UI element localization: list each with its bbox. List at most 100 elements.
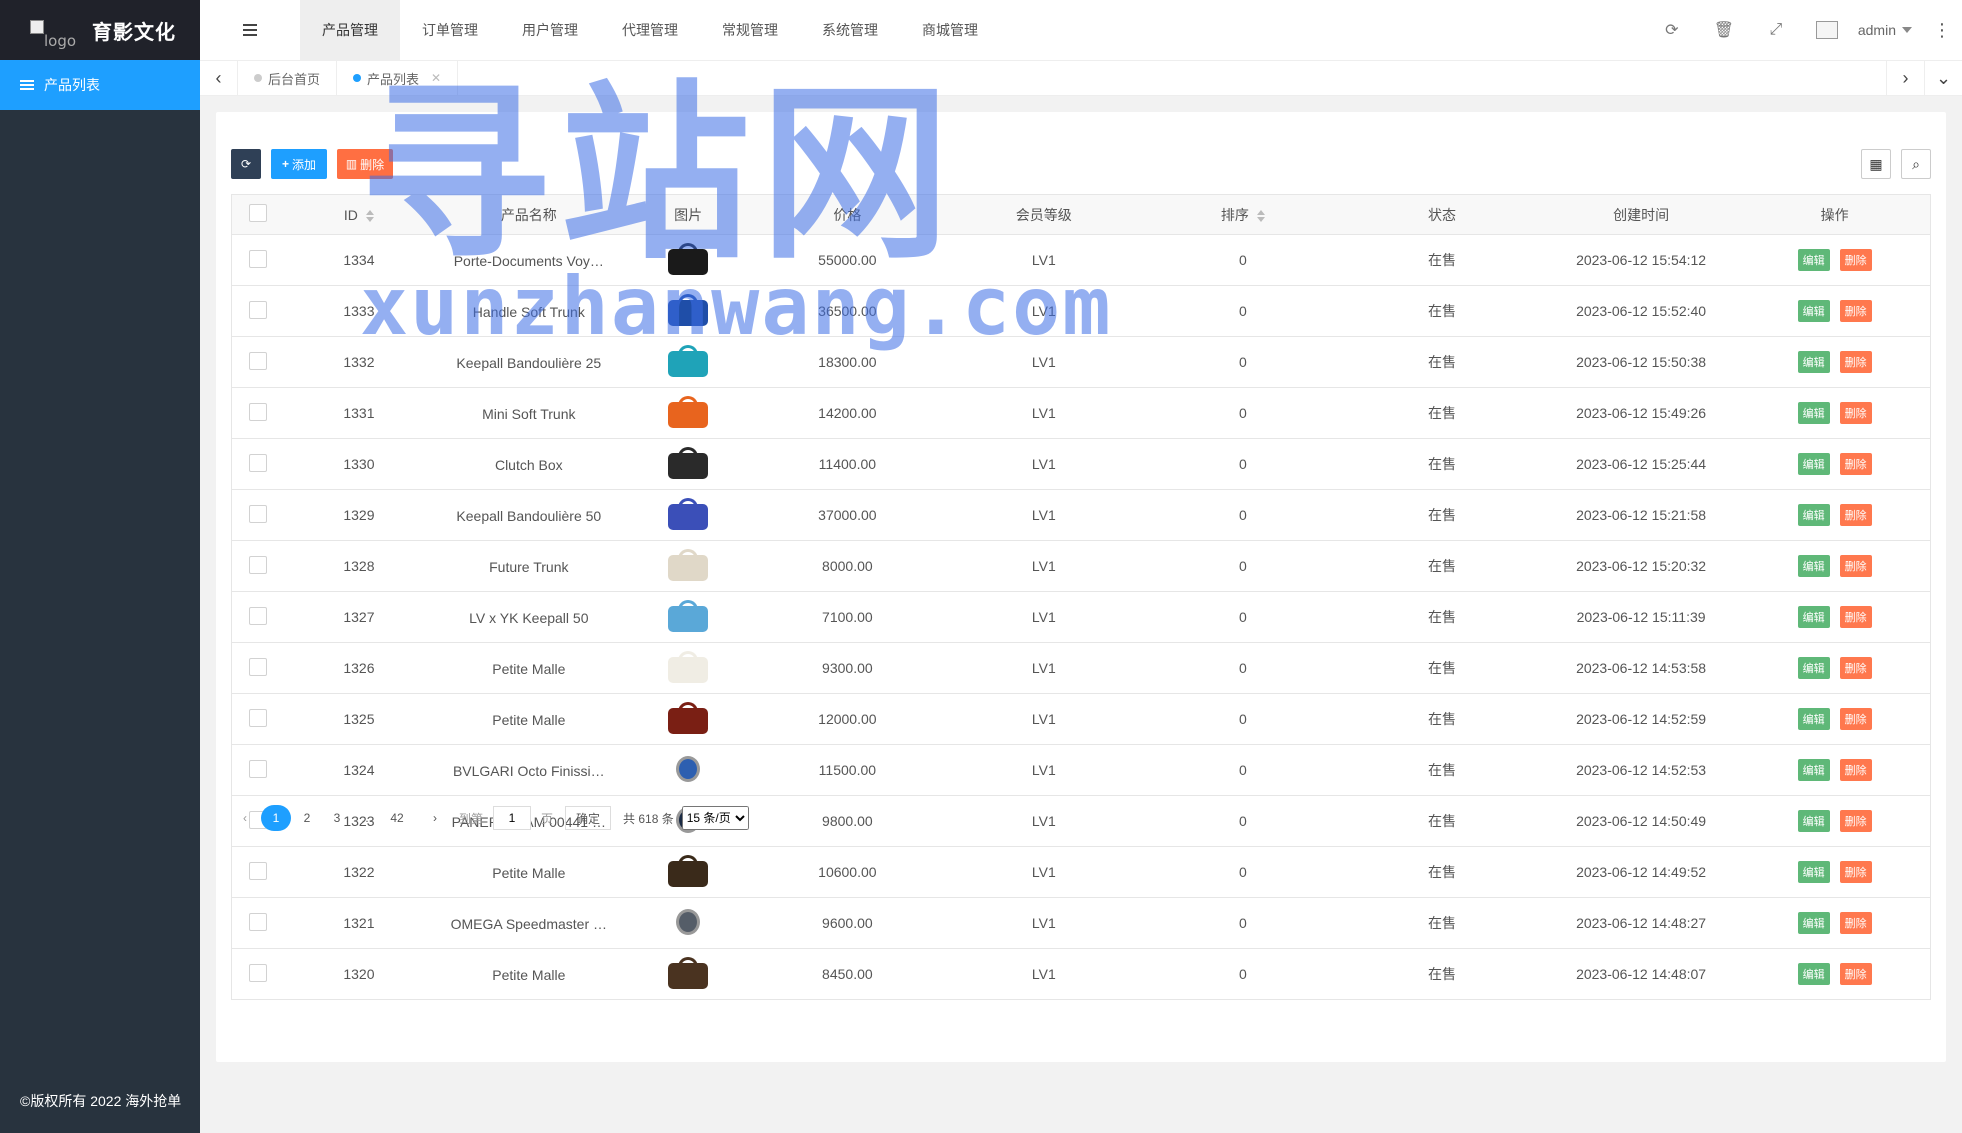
next-page-icon[interactable]: › bbox=[421, 805, 449, 831]
trash-icon[interactable]: 🗑 bbox=[1698, 0, 1750, 60]
row-delete-button[interactable]: 删除 bbox=[1839, 402, 1872, 424]
nav-item[interactable]: 用户管理 bbox=[500, 0, 600, 60]
row-delete-button[interactable]: 删除 bbox=[1839, 504, 1872, 526]
edit-button[interactable]: 编辑 bbox=[1797, 912, 1830, 934]
edit-button[interactable]: 编辑 bbox=[1797, 657, 1830, 679]
row-checkbox[interactable] bbox=[249, 351, 268, 370]
chevron-left-icon[interactable]: ‹ bbox=[200, 60, 238, 96]
row-checkbox[interactable] bbox=[249, 300, 268, 319]
cell-name: LV x YK Keepall 50 bbox=[433, 591, 625, 643]
chevron-down-icon[interactable]: ⌄ bbox=[1924, 60, 1962, 96]
edit-button[interactable]: 编辑 bbox=[1797, 861, 1830, 883]
edit-button[interactable]: 编辑 bbox=[1797, 759, 1830, 781]
cell-actions: 编辑 删除 bbox=[1739, 387, 1931, 439]
row-delete-button[interactable]: 删除 bbox=[1839, 555, 1872, 577]
page-number[interactable]: 42 bbox=[383, 805, 411, 831]
edit-button[interactable]: 编辑 bbox=[1797, 504, 1830, 526]
cell-id: 1329 bbox=[284, 489, 434, 541]
cell-actions: 编辑 删除 bbox=[1739, 285, 1931, 337]
top-nav: 产品管理 订单管理 用户管理 代理管理 常规管理 系统管理 商城管理 bbox=[300, 0, 1000, 60]
menu-toggle-button[interactable] bbox=[200, 0, 300, 60]
row-delete-button[interactable]: 删除 bbox=[1839, 300, 1872, 322]
row-delete-button[interactable]: 删除 bbox=[1839, 453, 1872, 475]
goto-confirm-button[interactable]: 确定 bbox=[565, 806, 612, 830]
edit-button[interactable]: 编辑 bbox=[1797, 810, 1830, 832]
row-select-cell bbox=[231, 387, 285, 439]
refresh-icon[interactable]: ⟳ bbox=[1646, 0, 1698, 60]
row-checkbox[interactable] bbox=[249, 606, 268, 625]
cell-actions: 编辑 删除 bbox=[1739, 591, 1931, 643]
row-delete-button[interactable]: 删除 bbox=[1839, 606, 1872, 628]
row-checkbox[interactable] bbox=[249, 759, 268, 778]
cell-id: 1330 bbox=[284, 438, 434, 490]
row-checkbox[interactable] bbox=[249, 912, 268, 931]
nav-item[interactable]: 系统管理 bbox=[800, 0, 900, 60]
edit-button[interactable]: 编辑 bbox=[1797, 963, 1830, 985]
row-checkbox[interactable] bbox=[249, 504, 268, 523]
row-delete-button[interactable]: 删除 bbox=[1839, 912, 1872, 934]
nav-item[interactable]: 常规管理 bbox=[700, 0, 800, 60]
edit-button[interactable]: 编辑 bbox=[1797, 453, 1830, 475]
col-sort[interactable]: 排序 bbox=[1144, 194, 1342, 235]
row-checkbox[interactable] bbox=[249, 657, 268, 676]
row-delete-button[interactable]: 删除 bbox=[1839, 810, 1872, 832]
row-checkbox[interactable] bbox=[249, 555, 268, 574]
page-number[interactable]: 3 bbox=[323, 805, 351, 831]
edit-button[interactable]: 编辑 bbox=[1797, 249, 1830, 271]
add-button[interactable]: + 添加 bbox=[271, 149, 327, 179]
nav-item[interactable]: 代理管理 bbox=[600, 0, 700, 60]
row-checkbox[interactable] bbox=[249, 861, 268, 880]
row-checkbox[interactable] bbox=[249, 402, 268, 421]
product-image bbox=[660, 955, 716, 993]
avatar bbox=[1815, 21, 1838, 39]
col-id[interactable]: ID bbox=[284, 194, 434, 235]
nav-item[interactable]: 产品管理 bbox=[300, 0, 400, 60]
chevron-right-icon[interactable]: › bbox=[1886, 60, 1924, 96]
row-checkbox[interactable] bbox=[249, 708, 268, 727]
row-delete-button[interactable]: 删除 bbox=[1839, 657, 1872, 679]
tab-item[interactable]: 产品列表 ✕ bbox=[337, 60, 459, 96]
edit-button[interactable]: 编辑 bbox=[1797, 555, 1830, 577]
row-checkbox[interactable] bbox=[249, 249, 268, 268]
cell-created: 2023-06-12 15:20:32 bbox=[1542, 540, 1740, 592]
fullscreen-icon[interactable]: ⤢ bbox=[1750, 0, 1802, 60]
row-delete-button[interactable]: 删除 bbox=[1839, 861, 1872, 883]
sort-icon[interactable] bbox=[365, 209, 374, 222]
select-all-checkbox[interactable] bbox=[249, 204, 268, 222]
refresh-button[interactable]: ⟳ bbox=[231, 149, 261, 179]
cell-actions: 编辑 删除 bbox=[1739, 693, 1931, 745]
row-delete-button[interactable]: 删除 bbox=[1839, 249, 1872, 271]
more-vertical-icon[interactable]: ⋮ bbox=[1932, 20, 1952, 41]
prev-page-icon[interactable]: ‹ bbox=[231, 805, 259, 831]
close-icon[interactable]: ✕ bbox=[431, 71, 441, 85]
tab-item[interactable]: 后台首页 bbox=[238, 60, 338, 96]
edit-button[interactable]: 编辑 bbox=[1797, 606, 1830, 628]
columns-filter-button[interactable]: ▦ bbox=[1861, 149, 1891, 179]
edit-button[interactable]: 编辑 bbox=[1797, 300, 1830, 322]
edit-button[interactable]: 编辑 bbox=[1797, 351, 1830, 373]
edit-button[interactable]: 编辑 bbox=[1797, 402, 1830, 424]
row-checkbox[interactable] bbox=[249, 963, 268, 982]
cell-created: 2023-06-12 15:54:12 bbox=[1542, 234, 1740, 286]
goto-page-input[interactable] bbox=[493, 806, 532, 830]
row-delete-button[interactable]: 删除 bbox=[1839, 708, 1872, 730]
row-delete-button[interactable]: 删除 bbox=[1839, 759, 1872, 781]
page-number[interactable]: 1 bbox=[261, 805, 291, 831]
nav-item[interactable]: 商城管理 bbox=[900, 0, 1000, 60]
per-page-select[interactable]: 15 条/页 bbox=[681, 806, 749, 830]
edit-button[interactable]: 编辑 bbox=[1797, 708, 1830, 730]
sort-icon[interactable] bbox=[1256, 209, 1265, 222]
row-delete-button[interactable]: 删除 bbox=[1839, 963, 1872, 985]
search-button[interactable]: ⌕ bbox=[1901, 149, 1931, 179]
delete-button[interactable]: ▥ 删除 bbox=[337, 149, 393, 179]
cell-created: 2023-06-12 15:50:38 bbox=[1542, 336, 1740, 388]
row-checkbox[interactable] bbox=[249, 453, 268, 472]
row-delete-button[interactable]: 删除 bbox=[1839, 351, 1872, 373]
page-number[interactable]: 2 bbox=[293, 805, 321, 831]
product-image bbox=[660, 904, 716, 942]
user-menu[interactable]: admin bbox=[1802, 0, 1932, 60]
sidebar-item-product-list[interactable]: 产品列表 bbox=[0, 60, 200, 110]
cell-level: LV1 bbox=[942, 897, 1145, 949]
caret-down-icon bbox=[1902, 27, 1912, 33]
nav-item[interactable]: 订单管理 bbox=[400, 0, 500, 60]
